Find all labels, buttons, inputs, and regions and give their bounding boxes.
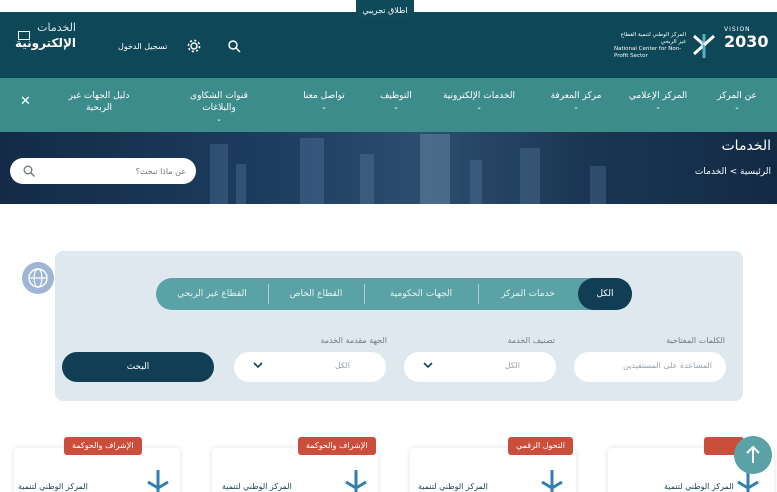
chevron-down-icon: ⌄ <box>393 103 399 111</box>
hero-search-box <box>10 158 196 184</box>
nav-item-label: دليل الجهات غير الربحية <box>68 91 130 113</box>
category-select-value: الكل <box>504 361 520 370</box>
tab-all[interactable]: الكل <box>578 278 632 310</box>
skyline-shape <box>520 148 540 204</box>
skyline-shape <box>300 138 324 204</box>
skyline-shape <box>590 166 606 204</box>
chevron-down-icon <box>423 362 433 369</box>
nav-item-careers[interactable]: التوظيف ⌄ <box>370 78 422 132</box>
nav-item-nonprofit-directory[interactable]: دليل الجهات غير الربحية <box>56 78 142 132</box>
nav-item-label: مركز المعرفة <box>550 91 602 101</box>
card-category-tag: الإشراف والحوكمة <box>298 437 376 455</box>
card-category-tag: الإشراف والحوكمة <box>64 437 142 455</box>
provider-select[interactable]: الكل <box>234 352 386 382</box>
nav-item-knowledge[interactable]: مركز المعرفة ⌄ <box>538 78 614 132</box>
keywords-label: الكلمات المفتاحية <box>666 336 725 345</box>
ncnp-logo-text: المركز الوطني لتنمية القطاع غير الربحي N… <box>614 32 686 60</box>
category-label: تصنيف الخدمة <box>507 336 555 345</box>
monitor-icon <box>18 31 30 40</box>
tab-divider <box>364 284 365 304</box>
card-category-tag: التحول الرقمي <box>508 437 573 455</box>
chevron-down-icon: ⌄ <box>321 103 327 111</box>
main-navigation: عن المركز ⌄ المركز الإعلامي ⌄ مركز المعرفة… <box>0 78 777 132</box>
close-icon[interactable]: ✕ <box>20 94 31 109</box>
chevron-down-icon: ⌄ <box>476 103 482 111</box>
search-icon[interactable] <box>226 38 242 54</box>
vision-year-label: 2030 <box>724 32 769 51</box>
card-title: المركز الوطني لتنمية <box>664 482 734 491</box>
breadcrumb[interactable]: الرئيسية > الخدمات <box>695 167 771 177</box>
provider-label: الجهة مقدمة الخدمة <box>320 336 387 345</box>
skyline-shape <box>420 134 450 204</box>
nav-item-contact[interactable]: تواصل معنا ⌄ <box>290 78 358 132</box>
keywords-field[interactable]: المساعدة على المستفيدين <box>574 352 726 382</box>
ncnp-logo-icon <box>692 34 716 58</box>
site-header: الخدمات الإلكترونية تسجيل الدخول VISION … <box>0 12 777 78</box>
skyline-shape <box>470 160 482 204</box>
skyline-shape <box>360 154 374 204</box>
nav-item-label: قنوات الشكاوى والبلاغات <box>190 91 248 113</box>
search-button[interactable]: البحث <box>62 352 214 382</box>
chevron-down-icon: ⌄ <box>655 103 661 111</box>
beta-launch-badge: اطلاق تجريبي <box>356 0 414 20</box>
category-select[interactable]: الكل <box>404 352 556 382</box>
page-title: الخدمات <box>721 138 772 154</box>
tab-nonprofit-sector[interactable]: القطاع غير الربحي <box>160 278 264 310</box>
tab-divider <box>478 284 479 304</box>
arrow-up-icon[interactable] <box>734 436 772 474</box>
vision-2030-logo: VISION 2030 <box>724 26 776 62</box>
ncnp-logo-icon <box>541 470 563 492</box>
tab-government[interactable]: الجهات الحكومية <box>368 278 474 310</box>
nav-item-label: المركز الإعلامي <box>628 91 688 101</box>
center-name-ar: المركز الوطني لتنمية القطاع غير الربحي <box>620 32 686 45</box>
tab-private-sector[interactable]: القطاع الخاص <box>272 278 360 310</box>
nav-item-complaints[interactable]: قنوات الشكاوى والبلاغات ⌄ <box>178 78 260 132</box>
center-name-en: National Center for Non-Profit Sector <box>614 46 682 59</box>
gear-icon[interactable] <box>186 38 202 54</box>
login-link[interactable]: تسجيل الدخول <box>118 42 167 51</box>
nav-item-eservices[interactable]: الخدمات الإلكترونية ⌄ <box>426 78 532 132</box>
ncnp-logo-icon <box>345 470 367 492</box>
tab-divider <box>268 284 269 304</box>
nav-item-label: التوظيف <box>380 91 412 101</box>
nav-item-media[interactable]: المركز الإعلامي ⌄ <box>618 78 698 132</box>
card-title: المركز الوطني لتنمية <box>18 482 88 491</box>
ncnp-logo-icon <box>147 470 169 492</box>
globe-icon[interactable] <box>22 262 54 294</box>
chevron-down-icon: ⌄ <box>734 103 740 111</box>
nav-item-label: عن المركز <box>717 91 757 101</box>
skyline-shape <box>210 144 228 204</box>
nav-item-label: الخدمات الإلكترونية <box>442 91 516 101</box>
chevron-down-icon: ⌄ <box>573 103 579 111</box>
tab-center-services[interactable]: خدمات المركز <box>484 278 572 310</box>
card-title: المركز الوطني لتنمية <box>222 482 292 491</box>
nav-item-label: تواصل معنا <box>303 91 345 101</box>
keywords-field-value: المساعدة على المستفيدين <box>622 361 712 370</box>
provider-select-value: الكل <box>334 361 350 370</box>
card-title: المركز الوطني لتنمية <box>418 482 488 491</box>
chevron-down-icon: ⌄ <box>216 115 222 123</box>
chevron-down-icon <box>253 362 263 369</box>
nav-item-about[interactable]: عن المركز ⌄ <box>700 78 774 132</box>
hero-search-input[interactable] <box>40 162 186 180</box>
eservices-logo[interactable]: الخدمات الإلكترونية <box>15 21 76 65</box>
skyline-shape <box>236 164 246 204</box>
search-icon[interactable] <box>22 164 36 178</box>
